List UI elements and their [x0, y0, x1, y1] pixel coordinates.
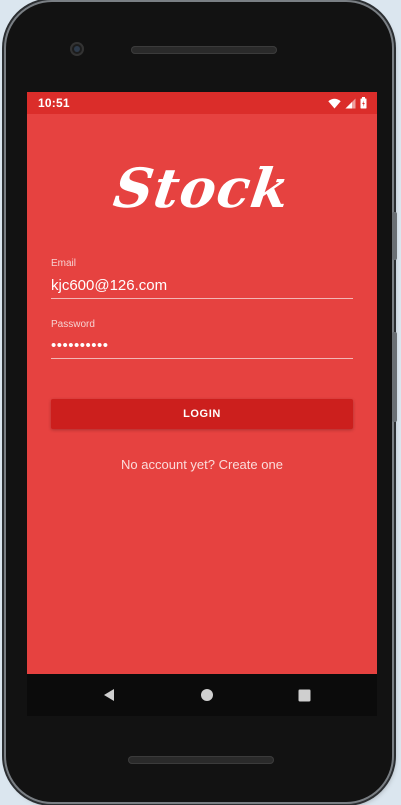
password-label: Password: [51, 319, 95, 330]
app-screen: 10:51 Stock Email kjc600@126.com Passwor…: [27, 92, 377, 674]
status-time: 10:51: [38, 96, 70, 110]
signal-icon: [345, 98, 356, 108]
home-button[interactable]: [187, 674, 227, 716]
email-label: Email: [51, 258, 77, 269]
battery-icon: [360, 97, 367, 109]
email-field[interactable]: kjc600@126.com: [51, 277, 167, 294]
password-field[interactable]: ••••••••••: [51, 337, 109, 354]
status-bar: 10:51: [27, 92, 377, 114]
home-icon: [201, 689, 213, 701]
recents-button[interactable]: [284, 674, 324, 716]
front-camera: [70, 42, 84, 56]
status-icons: [328, 97, 367, 109]
email-underline: [51, 298, 353, 299]
volume-button: [392, 212, 397, 260]
navigation-bar: [27, 674, 377, 716]
back-button[interactable]: [89, 674, 129, 716]
phone-frame: 10:51 Stock Email kjc600@126.com Passwor…: [6, 2, 397, 802]
recents-icon: [298, 689, 310, 701]
back-icon: [104, 689, 114, 701]
create-account-link[interactable]: No account yet? Create one: [27, 457, 377, 472]
password-underline: [51, 358, 353, 359]
earpiece-speaker: [131, 46, 277, 54]
wifi-icon: [328, 98, 341, 108]
power-button: [392, 332, 397, 422]
bottom-speaker: [128, 756, 274, 764]
login-button[interactable]: LOGIN: [51, 399, 353, 429]
app-logo: Stock: [109, 156, 295, 220]
